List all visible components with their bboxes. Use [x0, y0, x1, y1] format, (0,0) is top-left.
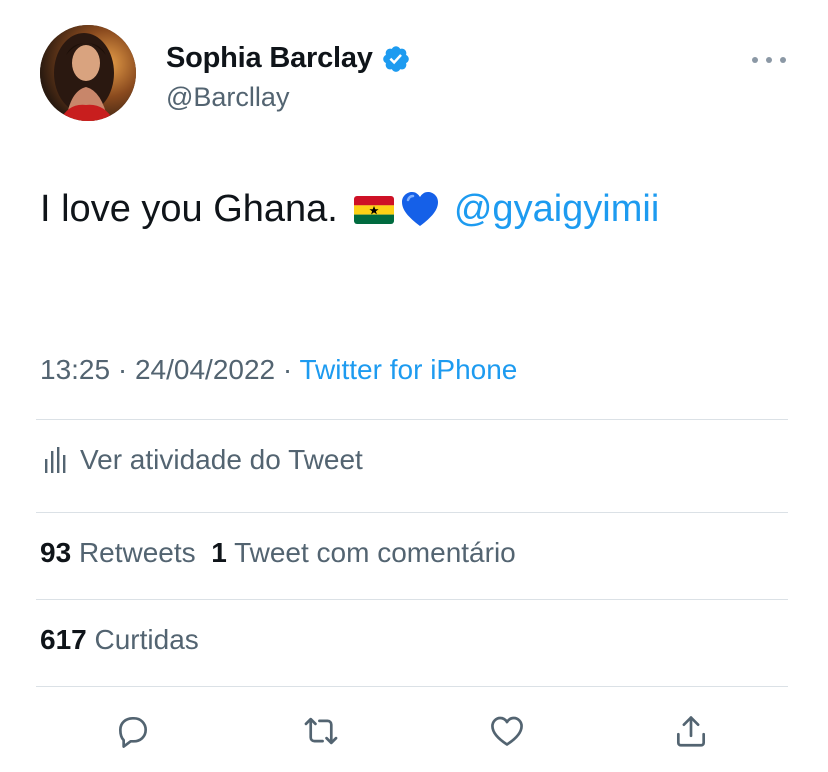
quote-tweets-label: Tweet com comentário: [234, 537, 516, 568]
ghana-flag-emoji: [353, 195, 394, 224]
share-button[interactable]: [668, 708, 714, 754]
likes-count: 617: [40, 624, 87, 655]
meta-separator: ·: [275, 354, 300, 385]
share-icon: [676, 716, 706, 747]
like-icon: [491, 716, 523, 746]
divider: [36, 686, 788, 687]
verified-badge-icon: [382, 45, 409, 72]
retweets-count: 93: [40, 537, 72, 568]
tweet-date[interactable]: 24/04/2022: [135, 354, 275, 385]
meta-separator: ·: [110, 354, 135, 385]
blue-heart-emoji: [401, 191, 438, 226]
reply-button[interactable]: [110, 708, 156, 754]
tweet-source-link[interactable]: Twitter for iPhone: [300, 354, 518, 385]
likes-link[interactable]: 617 Curtidas: [40, 624, 199, 656]
quote-tweets-link[interactable]: 1 Tweet com comentário: [211, 537, 516, 568]
tweet-action-bar: [0, 708, 828, 758]
mention-link[interactable]: @gyaigyimii: [454, 188, 659, 231]
quote-tweets-count: 1: [211, 537, 227, 568]
more-dot: [752, 57, 758, 63]
more-dot: [780, 57, 786, 63]
avatar[interactable]: [40, 25, 136, 121]
tweet-meta: 13:25 · 24/04/2022 · Twitter for iPhone: [40, 354, 517, 386]
tweet-text: I love you Ghana. @gyaigyimii: [40, 188, 659, 231]
retweets-label: Retweets: [78, 537, 196, 568]
divider: [36, 599, 788, 600]
more-dot: [766, 57, 772, 63]
author-name[interactable]: Sophia Barclay: [166, 42, 373, 75]
divider: [36, 512, 788, 513]
author-handle[interactable]: @Barcllay: [166, 82, 289, 113]
retweet-stats: 93 Retweets 1 Tweet com comentário: [40, 537, 516, 569]
tweet-body: I love you Ghana.: [40, 188, 338, 230]
tweet-time[interactable]: 13:25: [40, 354, 110, 385]
retweet-button[interactable]: [298, 708, 344, 754]
more-options-icon[interactable]: [752, 50, 786, 70]
retweets-link[interactable]: 93 Retweets: [40, 537, 196, 568]
view-tweet-activity[interactable]: Ver atividade do Tweet: [44, 444, 363, 476]
like-button[interactable]: [484, 708, 530, 754]
avatar-image: [40, 25, 136, 121]
likes-label: Curtidas: [94, 624, 199, 655]
divider: [36, 419, 788, 420]
reply-icon: [118, 716, 148, 748]
author-name-row[interactable]: Sophia Barclay: [166, 42, 411, 75]
retweet-icon: [304, 717, 338, 745]
analytics-icon: [45, 447, 66, 473]
view-activity-label: Ver atividade do Tweet: [80, 444, 363, 475]
